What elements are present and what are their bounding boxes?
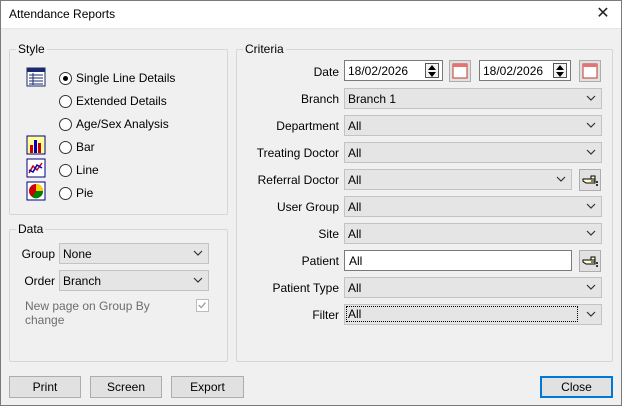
chevron-down-icon xyxy=(556,176,566,182)
new-page-checkbox[interactable] xyxy=(196,299,209,312)
close-button[interactable]: Close xyxy=(540,376,613,398)
chevron-down-icon xyxy=(193,277,203,283)
screen-button[interactable]: Screen xyxy=(90,376,162,398)
patient-lookup-button[interactable] xyxy=(579,250,601,272)
radio-label-bar: Bar xyxy=(76,140,95,154)
branch-select-value: Branch 1 xyxy=(348,92,397,106)
date-from-input[interactable]: 18/02/2026 xyxy=(344,60,443,81)
attendance-reports-dialog: Attendance Reports ✕ Style Single Line D… xyxy=(0,0,622,406)
bar-chart-icon xyxy=(26,135,46,155)
chevron-down-icon xyxy=(586,122,596,128)
chevron-down-icon xyxy=(586,203,596,209)
patient-type-select[interactable]: All xyxy=(344,277,602,298)
spin-down-icon[interactable] xyxy=(426,71,438,78)
patient-label: Patient xyxy=(301,254,339,268)
spin-up-icon[interactable] xyxy=(554,64,566,71)
filter-select-value: All xyxy=(346,306,578,322)
department-select[interactable]: All xyxy=(344,115,602,136)
radio-single-line[interactable] xyxy=(59,71,72,85)
pointing-hand-lookup-icon xyxy=(582,256,598,267)
radio-line[interactable] xyxy=(59,163,72,177)
radio-label-single-line: Single Line Details xyxy=(76,71,176,85)
chevron-down-icon xyxy=(586,284,596,290)
style-option-age-sex[interactable]: Age/Sex Analysis xyxy=(59,115,169,133)
radio-extended[interactable] xyxy=(59,94,72,108)
data-group-legend: Data xyxy=(16,222,46,236)
department-select-value: All xyxy=(348,119,362,133)
radio-label-extended: Extended Details xyxy=(76,94,167,108)
chevron-down-icon xyxy=(586,311,596,317)
user-group-select-value: All xyxy=(348,200,362,214)
print-button[interactable]: Print xyxy=(9,376,81,398)
patient-type-select-value: All xyxy=(348,281,362,295)
group-select[interactable]: None xyxy=(59,243,209,264)
radio-label-line: Line xyxy=(76,163,99,177)
referral-doctor-select[interactable]: All xyxy=(344,169,572,190)
title-bar: Attendance Reports ✕ xyxy=(1,1,621,29)
treating-doctor-label: Treating Doctor xyxy=(256,146,339,160)
filter-label: Filter xyxy=(312,308,339,322)
pointing-hand-lookup-icon xyxy=(582,175,598,186)
referral-doctor-select-value: All xyxy=(348,173,362,187)
style-option-pie[interactable]: Pie xyxy=(59,184,93,202)
chevron-down-icon xyxy=(586,149,596,155)
date-to-value: 18/02/2026 xyxy=(483,64,544,78)
site-label: Site xyxy=(318,227,339,241)
treating-doctor-select[interactable]: All xyxy=(344,142,602,163)
patient-type-label: Patient Type xyxy=(272,281,340,295)
radio-bar[interactable] xyxy=(59,140,72,154)
style-group-legend: Style xyxy=(16,42,47,56)
new-page-label: New page on Group By change xyxy=(25,299,150,327)
pie-chart-icon xyxy=(26,181,46,201)
branch-select[interactable]: Branch 1 xyxy=(344,88,602,109)
radio-label-age-sex: Age/Sex Analysis xyxy=(76,117,169,131)
patient-input[interactable]: All xyxy=(344,250,572,271)
group-select-value: None xyxy=(63,247,92,261)
calendar-icon xyxy=(452,63,468,79)
table-icon xyxy=(26,67,46,87)
branch-label: Branch xyxy=(300,92,339,106)
style-option-bar[interactable]: Bar xyxy=(59,138,95,156)
criteria-group-legend: Criteria xyxy=(243,42,286,56)
order-select-value: Branch xyxy=(63,274,102,288)
style-option-single-line[interactable]: Single Line Details xyxy=(59,69,175,87)
line-chart-icon xyxy=(26,158,46,178)
window-close-icon[interactable]: ✕ xyxy=(593,4,613,24)
order-label: Order xyxy=(24,274,55,288)
calendar-icon xyxy=(582,63,598,79)
referral-doctor-lookup-button[interactable] xyxy=(579,169,601,191)
date-to-calendar-button[interactable] xyxy=(579,60,601,82)
referral-doctor-label: Referral Doctor xyxy=(257,173,339,187)
radio-age-sex[interactable] xyxy=(59,117,72,131)
chevron-down-icon xyxy=(586,230,596,236)
user-group-label: User Group xyxy=(276,200,339,214)
date-to-input[interactable]: 18/02/2026 xyxy=(479,60,571,81)
department-label: Department xyxy=(276,119,339,133)
window-title: Attendance Reports xyxy=(9,7,116,21)
radio-pie[interactable] xyxy=(59,186,72,200)
date-from-calendar-button[interactable] xyxy=(449,60,471,82)
date-from-spinner[interactable] xyxy=(425,63,439,78)
group-label: Group xyxy=(21,247,55,261)
patient-input-value: All xyxy=(349,254,363,268)
date-to-spinner[interactable] xyxy=(553,63,567,78)
style-option-extended[interactable]: Extended Details xyxy=(59,92,167,110)
site-select[interactable]: All xyxy=(344,223,602,244)
export-button[interactable]: Export xyxy=(171,376,244,398)
chevron-down-icon xyxy=(586,95,596,101)
filter-select[interactable]: All xyxy=(344,304,602,325)
style-option-line[interactable]: Line xyxy=(59,161,99,179)
checkmark-icon xyxy=(198,302,206,309)
site-select-value: All xyxy=(348,227,362,241)
date-label: Date xyxy=(313,65,339,79)
spin-up-icon[interactable] xyxy=(426,64,438,71)
treating-doctor-select-value: All xyxy=(348,146,362,160)
radio-label-pie: Pie xyxy=(76,186,94,200)
user-group-select[interactable]: All xyxy=(344,196,602,217)
chevron-down-icon xyxy=(193,250,203,256)
spin-down-icon[interactable] xyxy=(554,71,566,78)
order-select[interactable]: Branch xyxy=(59,270,209,291)
date-from-value: 18/02/2026 xyxy=(348,64,409,78)
